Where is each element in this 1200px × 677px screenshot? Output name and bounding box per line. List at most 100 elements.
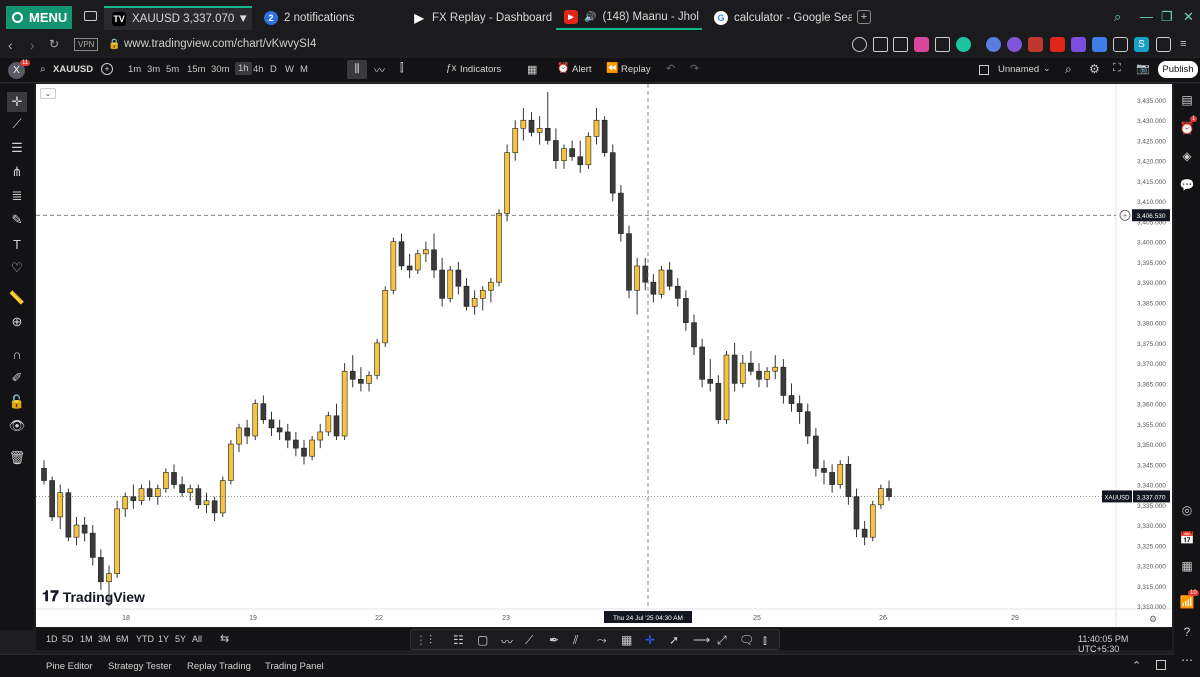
bar-chart-icon[interactable]: ⫿: [400, 62, 404, 75]
puzzle-icon[interactable]: [1113, 37, 1128, 52]
candle-type-icon[interactable]: ⫼: [347, 60, 367, 79]
curve-icon[interactable]: ⤳: [597, 633, 607, 648]
layers-icon[interactable]: ◈: [1179, 148, 1195, 164]
timeframe-5m[interactable]: 5m: [166, 64, 179, 75]
timeframe-15m[interactable]: 15m: [187, 64, 205, 75]
timeframe-3m[interactable]: 3m: [147, 64, 160, 75]
crosshair-tool-icon[interactable]: ✛: [645, 633, 655, 647]
goto-date-icon[interactable]: ⇆: [220, 632, 229, 645]
extension-red-icon[interactable]: [1050, 37, 1065, 52]
tab-overview-icon[interactable]: [84, 11, 97, 21]
alert-icon[interactable]: ⏰: [557, 63, 569, 74]
timeframe-M[interactable]: M: [300, 64, 308, 75]
fib-icon[interactable]: ≣: [9, 188, 25, 204]
search-icon[interactable]: ⌕: [1065, 62, 1072, 77]
arrow-cursor-icon[interactable]: ➚: [669, 633, 679, 647]
horizontal-ray-icon[interactable]: ⟶: [693, 633, 710, 647]
help-icon[interactable]: ?: [1179, 624, 1195, 640]
indicators-button[interactable]: Indicators: [460, 64, 501, 75]
measure-icon[interactable]: ⤢: [717, 633, 727, 648]
horizontal-lines-icon[interactable]: ☰: [9, 140, 25, 156]
reload-icon[interactable]: ↻: [49, 37, 59, 51]
play-icon[interactable]: [935, 37, 950, 52]
extension-purple-icon[interactable]: [1007, 37, 1022, 52]
compare-symbol-icon[interactable]: +: [101, 63, 113, 75]
indicators-icon[interactable]: ƒx: [446, 63, 457, 74]
pitchfork-icon[interactable]: ⋔: [9, 164, 25, 180]
text-icon[interactable]: T: [9, 236, 25, 252]
tab-replay-trading[interactable]: Replay Trading: [187, 661, 251, 672]
more-icon[interactable]: ⋯: [1179, 652, 1195, 668]
range-1y[interactable]: 1Y: [158, 634, 169, 644]
drag-handle-icon[interactable]: ⋮: [415, 633, 427, 647]
heart-icon[interactable]: [956, 37, 971, 52]
line-chart-icon[interactable]: 〰: [374, 62, 385, 78]
tab-youtube[interactable]: ▶ 🔊 (148) Maanu - Jhol (A: [556, 6, 702, 30]
translate-icon[interactable]: [1092, 37, 1107, 52]
timeframe-4h[interactable]: 4h: [253, 64, 264, 75]
range-all[interactable]: All: [192, 634, 202, 644]
brush-icon[interactable]: ✎: [9, 212, 25, 228]
menu-button[interactable]: MENU: [6, 6, 72, 29]
audio-icon[interactable]: [1028, 37, 1043, 52]
range-5d[interactable]: 5D: [62, 634, 74, 644]
tab-strategy-tester[interactable]: Strategy Tester: [108, 661, 172, 672]
rectangle-icon[interactable]: ▢: [477, 633, 488, 647]
replay-icon[interactable]: ⏪: [606, 63, 618, 74]
alerts-clock-icon[interactable]: ⏰: [1179, 120, 1195, 136]
browser-menu-icon[interactable]: ≡: [1180, 37, 1195, 52]
forward-icon[interactable]: ›: [30, 37, 35, 53]
restore-icon[interactable]: ❐: [1161, 9, 1173, 25]
tab-pine-editor[interactable]: Pine Editor: [46, 661, 92, 672]
trash-icon[interactable]: 🗑: [9, 450, 26, 466]
timezone-clock[interactable]: 11:40:05 PM UTC+5:30: [1078, 634, 1172, 654]
layout-checkbox-icon[interactable]: [979, 65, 989, 75]
camera-icon[interactable]: 📷: [1136, 62, 1150, 75]
alert-button[interactable]: Alert: [572, 64, 592, 75]
lock-pen-icon[interactable]: ✐: [9, 370, 25, 386]
line-icon[interactable]: ⟋: [525, 633, 533, 648]
tab-google[interactable]: G calculator - Google Searc: [706, 6, 852, 30]
back-icon[interactable]: ‹: [8, 37, 13, 53]
settings-icon[interactable]: ⚙: [1089, 62, 1100, 76]
profile-icon[interactable]: S: [1134, 37, 1149, 52]
maximize-panel-icon[interactable]: [1156, 660, 1166, 670]
candlestick-chart[interactable]: 3,435.000 3,430.000 3,425.000 3,420.000 3,41…: [36, 84, 1172, 627]
replay-button[interactable]: Replay: [621, 64, 651, 75]
zoom-icon[interactable]: [852, 37, 867, 52]
url-field[interactable]: www.tradingview.com/chart/vKwvySI4: [124, 38, 316, 50]
extension-blue-icon[interactable]: [986, 37, 1001, 52]
watchlist-icon[interactable]: ▤: [1179, 92, 1195, 108]
long-position-icon[interactable]: ⫶: [429, 633, 432, 648]
trend-line-icon[interactable]: ⟋: [9, 116, 25, 132]
chat-icon[interactable]: 💬: [1179, 177, 1195, 193]
calendar-icon[interactable]: 📅: [1179, 530, 1195, 546]
range-6m[interactable]: 6M: [116, 634, 129, 644]
screenshot-icon[interactable]: [893, 37, 908, 52]
vertical-line-icon[interactable]: ⫾: [763, 633, 767, 648]
tab-trading-panel[interactable]: Trading Panel: [265, 661, 324, 672]
callout-icon[interactable]: 🗨: [739, 633, 754, 647]
undo-icon[interactable]: ↶: [666, 62, 675, 75]
magnet-icon[interactable]: ∩: [9, 346, 25, 362]
tab-xauusd[interactable]: TV XAUUSD 3,337.070 ▼ −0: [104, 6, 252, 30]
minimize-icon[interactable]: —: [1140, 9, 1153, 24]
crosshair-icon[interactable]: ✛: [7, 92, 27, 112]
templates-icon[interactable]: ▦: [527, 63, 537, 76]
search-tabs-icon[interactable]: ⌕: [1114, 9, 1121, 25]
range-1m[interactable]: 1M: [80, 634, 93, 644]
range-5y[interactable]: 5Y: [175, 634, 186, 644]
lock-icon[interactable]: 🔓: [9, 394, 25, 410]
table-icon[interactable]: ▦: [621, 633, 632, 647]
shield-icon[interactable]: [914, 37, 929, 52]
download-icon[interactable]: [1156, 37, 1171, 52]
eye-icon[interactable]: 👁: [9, 418, 26, 434]
tab-fx-replay[interactable]: ▶ FX Replay - Dashboard: [404, 6, 552, 30]
symbol-name[interactable]: XAUUSD: [53, 64, 93, 75]
grid-icon[interactable]: ▦: [1179, 558, 1195, 574]
twitch-icon[interactable]: [1071, 37, 1086, 52]
timeframe-30m[interactable]: 30m: [211, 64, 229, 75]
brush-draw-icon[interactable]: ✒: [549, 633, 559, 647]
parallel-channel-icon[interactable]: ⫽: [573, 633, 578, 648]
heart-icon[interactable]: ♡: [9, 260, 25, 276]
